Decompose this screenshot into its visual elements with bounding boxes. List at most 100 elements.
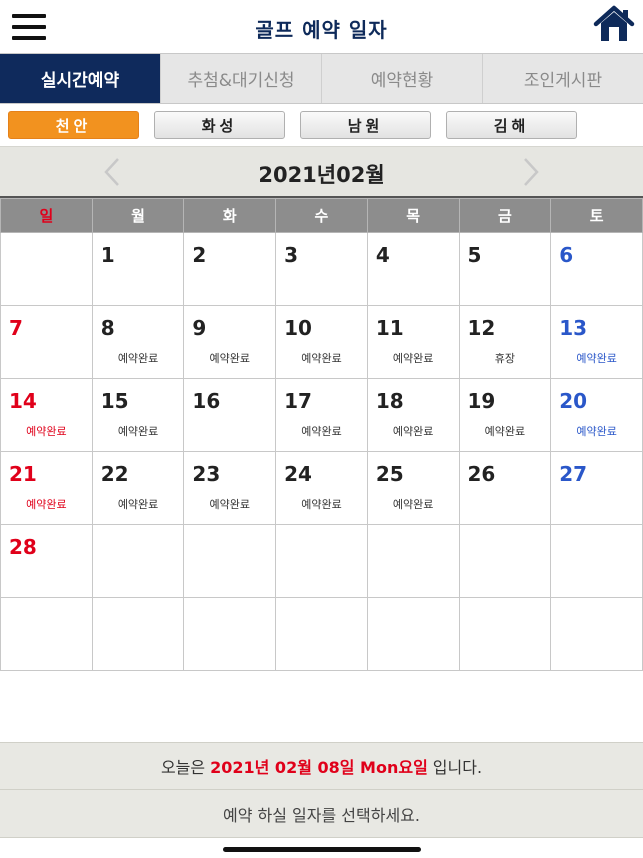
- day-status: 예약완료: [392, 498, 434, 511]
- calendar-day-cell[interactable]: [275, 597, 368, 671]
- day-status: 예약완료: [576, 425, 617, 438]
- day-status: 예약완료: [117, 498, 159, 511]
- day-status: 예약완료: [301, 352, 342, 365]
- course-selector: 천안 화성 남원 김해: [0, 104, 643, 146]
- calendar-day-cell[interactable]: 12 휴장: [458, 305, 552, 379]
- calendar-day-cell[interactable]: 8 예약완료: [91, 305, 185, 379]
- day-number: 19: [467, 389, 496, 413]
- tab-join-board[interactable]: 조인게시판: [483, 54, 643, 103]
- week-row: 1 2 3 4 5 6: [0, 232, 643, 306]
- home-indicator: [223, 847, 421, 852]
- calendar-day-cell[interactable]: 4: [366, 232, 460, 306]
- weekday-sat: 토: [550, 198, 643, 233]
- calendar-day-cell[interactable]: [183, 524, 277, 598]
- calendar-day-cell[interactable]: [0, 597, 93, 671]
- course-button-namwon[interactable]: 남원: [300, 111, 431, 139]
- day-status: 예약완료: [117, 425, 159, 438]
- calendar-day-cell[interactable]: 16: [183, 378, 277, 452]
- calendar-day-cell[interactable]: 17 예약완료: [275, 378, 368, 452]
- calendar-day-cell[interactable]: [366, 597, 460, 671]
- calendar-day-cell[interactable]: 20 예약완료: [550, 378, 643, 452]
- day-number: 13: [559, 316, 588, 340]
- course-button-gimhae[interactable]: 김해: [446, 111, 577, 139]
- day-number: 8: [100, 316, 115, 340]
- day-number: 24: [284, 462, 312, 486]
- calendar-day-cell[interactable]: 21 예약완료: [0, 451, 93, 525]
- calendar-day-cell[interactable]: 15 예약완료: [91, 378, 185, 452]
- calendar-day-cell[interactable]: [91, 597, 185, 671]
- tab-reservation-status[interactable]: 예약현황: [322, 54, 483, 103]
- calendar-day-cell[interactable]: [91, 524, 185, 598]
- day-number: 20: [559, 389, 588, 413]
- calendar-day-cell[interactable]: 3: [275, 232, 368, 306]
- calendar-day-cell[interactable]: 5: [458, 232, 552, 306]
- calendar-day-cell[interactable]: 26: [458, 451, 552, 525]
- calendar-day-cell[interactable]: 10 예약완료: [275, 305, 368, 379]
- day-status: 예약완료: [301, 425, 342, 438]
- day-number: 16: [192, 389, 221, 413]
- calendar-day-cell[interactable]: 27: [550, 451, 643, 525]
- calendar-day-cell[interactable]: [0, 232, 93, 306]
- day-status: 휴장: [494, 352, 515, 365]
- calendar-day-cell[interactable]: 14 예약완료: [0, 378, 93, 452]
- course-button-cheonan[interactable]: 천안: [8, 111, 139, 139]
- tab-lottery-waitlist[interactable]: 추첨&대기신청: [161, 54, 322, 103]
- app-header: 골프 예약 일자: [0, 0, 643, 54]
- day-status: 예약완료: [209, 498, 250, 511]
- today-date: 2021년 02월 08일 Mon요일: [210, 758, 428, 777]
- tab-realtime-reservation[interactable]: 실시간예약: [0, 54, 161, 103]
- day-number: 25: [375, 462, 404, 486]
- day-number: 10: [284, 316, 312, 340]
- calendar-day-cell[interactable]: 9 예약완료: [183, 305, 277, 379]
- calendar-day-cell[interactable]: [458, 524, 552, 598]
- day-status: 예약완료: [26, 498, 67, 511]
- weekday-mon: 월: [91, 198, 185, 233]
- calendar-day-cell[interactable]: [550, 597, 643, 671]
- calendar-day-cell[interactable]: 13 예약완료: [550, 305, 643, 379]
- day-number: 28: [9, 535, 37, 559]
- weekday-sun: 일: [0, 198, 93, 233]
- day-number: 23: [192, 462, 221, 486]
- calendar-day-cell[interactable]: 2: [183, 232, 277, 306]
- week-row: 7 8 예약완료 9 예약완료 10 예약완료 11 예약완료 12 휴장 13 예약완료: [0, 305, 643, 379]
- day-number: 15: [100, 389, 129, 413]
- selection-guide: 예약 하실 일자를 선택하세요.: [0, 790, 643, 838]
- day-status: 예약완료: [117, 352, 159, 365]
- day-number: 26: [467, 462, 496, 486]
- calendar-day-cell[interactable]: 28: [0, 524, 93, 598]
- calendar-day-cell[interactable]: 22 예약완료: [91, 451, 185, 525]
- calendar-day-cell[interactable]: 25 예약완료: [366, 451, 460, 525]
- calendar-day-cell[interactable]: [550, 524, 643, 598]
- today-suffix: 입니다.: [432, 758, 483, 777]
- weekday-fri: 금: [458, 198, 552, 233]
- calendar-day-cell[interactable]: 19 예약완료: [458, 378, 552, 452]
- calendar-grid: 일 월 화 수 목 금 토 1 2 3 4 5 6 7 8 예약완료 9 예약완료 …: [0, 198, 643, 671]
- day-status: 예약완료: [209, 352, 250, 365]
- calendar-day-cell[interactable]: 1: [91, 232, 185, 306]
- calendar-day-cell[interactable]: 23 예약완료: [183, 451, 277, 525]
- day-number: 22: [100, 462, 129, 486]
- course-button-hwaseong[interactable]: 화성: [154, 111, 285, 139]
- day-number: 1: [100, 243, 115, 267]
- calendar-day-cell[interactable]: 24 예약완료: [275, 451, 368, 525]
- chevron-right-icon[interactable]: [515, 157, 545, 187]
- calendar-day-cell[interactable]: [366, 524, 460, 598]
- day-number: 11: [375, 316, 404, 340]
- month-navigation: 2021년02월: [0, 146, 643, 198]
- home-icon[interactable]: [593, 5, 635, 43]
- day-number: 6: [559, 243, 574, 267]
- calendar-day-cell[interactable]: 7: [0, 305, 93, 379]
- day-status: 예약완료: [576, 352, 617, 365]
- calendar-day-cell[interactable]: 11 예약완료: [366, 305, 460, 379]
- day-number: 18: [375, 389, 404, 413]
- day-number: 3: [284, 243, 299, 267]
- calendar-day-cell[interactable]: 6: [550, 232, 643, 306]
- day-status: 예약완료: [484, 425, 526, 438]
- calendar-day-cell[interactable]: [183, 597, 277, 671]
- month-title: 2021년02월: [258, 163, 385, 187]
- day-number: 17: [284, 389, 312, 413]
- calendar-day-cell[interactable]: [275, 524, 368, 598]
- weekday-thu: 목: [366, 198, 460, 233]
- calendar-day-cell[interactable]: [458, 597, 552, 671]
- calendar-day-cell[interactable]: 18 예약완료: [366, 378, 460, 452]
